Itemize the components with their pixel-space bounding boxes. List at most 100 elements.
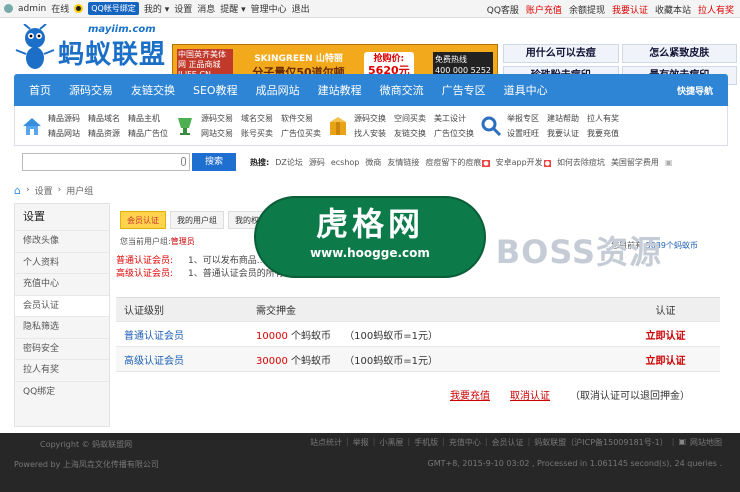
verify-now-button[interactable]: 立即认证 xyxy=(611,352,720,367)
tab-verify[interactable]: 会员认证 xyxy=(120,211,166,229)
search-input[interactable] xyxy=(22,153,190,171)
messages-link[interactable]: 消息 xyxy=(197,2,215,15)
quick-link[interactable]: 找人安装 xyxy=(354,128,386,139)
nav-item-home[interactable]: 首页 xyxy=(20,82,60,98)
deposit-cell: 10000 个蚂蚁币 （100蚂蚁币=1元） xyxy=(256,327,611,342)
nav-item-tutorials[interactable]: 建站教程 xyxy=(309,82,371,98)
footer-sep: | xyxy=(527,437,531,446)
quick-link[interactable]: 拉人有奖 xyxy=(587,113,619,124)
quick-link[interactable]: 美工设计 xyxy=(434,113,474,124)
verify-now-button[interactable]: 立即认证 xyxy=(611,327,720,342)
footer-link[interactable]: 充值中心 xyxy=(449,437,481,448)
settings-link[interactable]: 设置 xyxy=(174,2,192,15)
quick-link[interactable]: 账号买卖 xyxy=(241,128,273,139)
hot-link[interactable]: 安卓app开发 ● xyxy=(496,157,551,168)
quick-nav-button[interactable]: 快捷导航 xyxy=(668,84,722,97)
nav-item-source[interactable]: 源码交易 xyxy=(60,82,122,98)
quick-link[interactable]: 软件交易 xyxy=(281,113,321,124)
hot-link[interactable]: 友情链接 xyxy=(387,157,419,168)
sidebar-item-password[interactable]: 密码安全 xyxy=(15,337,109,360)
sidebar-item-recharge[interactable]: 充值中心 xyxy=(15,273,109,295)
boss-watermark: BOSS资源 xyxy=(495,233,662,271)
mine-menu[interactable]: 我的 ▾ xyxy=(144,2,169,15)
breadcrumb-item[interactable]: 设置 xyxy=(35,184,53,197)
sidebar-item-profile[interactable]: 个人资料 xyxy=(15,251,109,274)
quick-link[interactable]: 精品网站 xyxy=(48,128,80,139)
admin-center-link[interactable]: 管理中心 xyxy=(251,2,287,15)
hot-link[interactable]: 痘痘留下的痘痕 ● xyxy=(425,157,490,168)
nav-item-props[interactable]: 道具中心 xyxy=(495,82,557,98)
sidebar-item-verify[interactable]: 会员认证 xyxy=(15,294,109,316)
recharge-button[interactable]: 我要充值 xyxy=(450,387,490,402)
sidebar-item-invite[interactable]: 拉人有奖 xyxy=(15,359,109,381)
hot-link[interactable]: 微商 xyxy=(365,157,381,168)
footer-link[interactable]: 举报 xyxy=(353,437,369,448)
quick-link[interactable]: 我要认证 xyxy=(547,128,579,139)
quick-link[interactable]: 广告位交换 xyxy=(434,128,474,139)
breadcrumb-item[interactable]: 用户组 xyxy=(66,184,93,197)
group-value[interactable]: 管理员 xyxy=(171,237,195,246)
footer-link[interactable]: 蚂蚁联盟（沪ICP备15009181号-1） xyxy=(534,437,667,448)
withdraw-link[interactable]: 余额提现 xyxy=(569,3,605,16)
breadcrumb: ⌂ › 设置 › 用户组 xyxy=(14,181,93,199)
invite-link[interactable]: 拉人有奖 xyxy=(698,3,734,16)
sidebar-item-qq[interactable]: QQ绑定 xyxy=(15,380,109,403)
quick-link[interactable]: 广告位买卖 xyxy=(281,128,321,139)
footer-link[interactable]: 手机版 xyxy=(414,437,438,448)
deposit-unit: 个蚂蚁币 xyxy=(291,330,331,342)
footer-link[interactable]: 站点统计 xyxy=(310,437,342,448)
sidebar-item-privacy[interactable]: 隐私筛选 xyxy=(15,316,109,338)
quick-link[interactable]: 空间买卖 xyxy=(394,113,426,124)
table-row: 高级认证会员 30000 个蚂蚁币 （100蚂蚁币=1元） 立即认证 xyxy=(116,347,720,372)
banner-brand: SKINGREEN 山特丽 xyxy=(254,53,343,64)
sidebar-item-avatar[interactable]: 修改头像 xyxy=(15,230,109,252)
quick-link[interactable]: 域名交易 xyxy=(241,113,273,124)
hot-link[interactable]: DZ论坛 xyxy=(275,157,303,168)
quick-link[interactable]: 举报专区 xyxy=(507,113,539,124)
quick-link[interactable]: 我要充值 xyxy=(587,128,619,139)
verify-actions: 我要充值 取消认证 （取消认证可以退回押金） xyxy=(450,387,690,402)
quick-link[interactable]: 设置旺旺 xyxy=(507,128,539,139)
header-ad-link[interactable]: 怎么紧致皮肤 xyxy=(621,44,737,63)
nav-item-seo[interactable]: SEO教程 xyxy=(184,82,247,98)
home-icon[interactable]: ⌂ xyxy=(14,184,21,197)
nav-item-wechat[interactable]: 微商交流 xyxy=(371,82,433,98)
qq-bind-button[interactable]: QQ帐号绑定 xyxy=(88,2,139,15)
search-button[interactable]: 搜索 xyxy=(192,153,236,171)
hot-link[interactable]: ecshop xyxy=(331,158,360,167)
footer-link[interactable]: 会员认证 xyxy=(492,437,524,448)
online-status[interactable]: 在线 xyxy=(51,2,69,15)
tab-my-group[interactable]: 我的用户组 xyxy=(170,211,224,229)
quick-link[interactable]: 源码交换 xyxy=(354,113,386,124)
quick-link[interactable]: 精品广告位 xyxy=(128,128,168,139)
quick-link[interactable]: 精品主机 xyxy=(128,113,168,124)
quick-link[interactable]: 友链交换 xyxy=(394,128,426,139)
header-ad-link[interactable]: 用什么可以去痘 xyxy=(503,44,619,63)
quick-link[interactable]: 网站交易 xyxy=(201,128,233,139)
quick-link[interactable]: 建站帮助 xyxy=(547,113,579,124)
favorite-link[interactable]: 收藏本站 xyxy=(655,3,691,16)
hot-link[interactable]: 源码 xyxy=(309,157,325,168)
nav-item-ads[interactable]: 广告专区 xyxy=(433,82,495,98)
qq-service-link[interactable]: QQ客服 xyxy=(487,3,519,16)
logout-link[interactable]: 退出 xyxy=(292,2,310,15)
footer-link[interactable]: 网站地图 xyxy=(690,437,722,448)
username-link[interactable]: admin xyxy=(18,4,46,14)
hot-more-icon[interactable]: ▣ xyxy=(665,158,673,167)
quick-link[interactable]: 精品源码 xyxy=(48,113,80,124)
nav-item-sites[interactable]: 成品网站 xyxy=(247,82,309,98)
hot-link[interactable]: 如何去除痘坑 xyxy=(557,157,605,168)
verify-link[interactable]: 我要认证 xyxy=(612,3,648,16)
nav-item-links[interactable]: 友链交换 xyxy=(122,82,184,98)
rule-level: 普通认证会员: xyxy=(116,256,174,266)
microphone-icon[interactable] xyxy=(181,157,186,166)
footer-link[interactable]: 小黑屋 xyxy=(379,437,403,448)
recharge-link[interactable]: 账户充值 xyxy=(526,3,562,16)
quick-link[interactable]: 精品资源 xyxy=(88,128,120,139)
quick-link[interactable]: 源码交易 xyxy=(201,113,233,124)
cancel-verify-button[interactable]: 取消认证 xyxy=(510,387,550,402)
remind-menu[interactable]: 提醒 ▾ xyxy=(220,2,245,15)
hot-link[interactable]: 美国留学费用 xyxy=(611,157,659,168)
site-logo[interactable]: mayiim.com 蚂蚁联盟 xyxy=(10,22,190,72)
quick-link[interactable]: 精品域名 xyxy=(88,113,120,124)
